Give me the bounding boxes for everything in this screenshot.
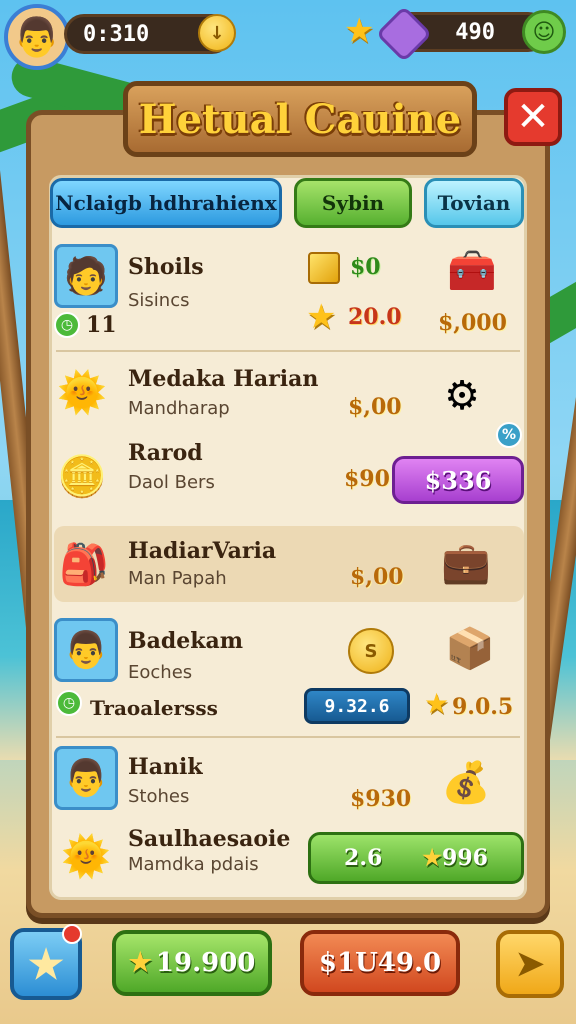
menu-button[interactable]: ☺ (522, 10, 566, 54)
item-subtitle: Sisincs (128, 290, 190, 311)
star-icon: ★ (422, 845, 443, 871)
item-subtitle: Daol Bers (128, 472, 215, 493)
item-name: Saulhaesaoie (128, 826, 291, 852)
item-extra-label: Traoalersss (90, 696, 218, 720)
star-icon: ★ (344, 11, 375, 51)
smile-icon: ☺ (532, 19, 556, 45)
item-name: Shoils (128, 254, 204, 280)
send-button[interactable]: ➤ (496, 930, 564, 998)
buy-button[interactable]: $336 (392, 456, 524, 504)
coin-stack-icon: 🪙 (57, 453, 107, 500)
item-price: $,00 (350, 564, 404, 590)
tab-tovian[interactable]: Tovian (424, 178, 524, 228)
avatar: 👨 (54, 618, 118, 682)
item-subtitle: Man Papah (128, 568, 227, 589)
star-icon: ★ (306, 297, 337, 337)
sun-face-icon: 🌞 (61, 833, 111, 880)
notification-dot (62, 924, 82, 944)
item-name: HadiarVaria (128, 538, 277, 564)
item-price: $,000 (438, 310, 507, 336)
item-name: Hanik (128, 754, 203, 780)
money-box-icon: 📦 (445, 625, 495, 672)
bonus-badge-icon: % (496, 422, 522, 448)
purchase-button[interactable]: 2.6 ★996 (308, 832, 524, 884)
star-icon: ★ (128, 948, 152, 978)
item-subtitle: Eoches (128, 662, 193, 683)
timer-text: 0:310 (83, 21, 150, 47)
avatar: 👨 (54, 746, 118, 810)
avatar-icon: 👨 (13, 14, 61, 59)
close-icon: ✕ (516, 94, 550, 140)
divider (56, 736, 520, 738)
clock-badge-icon: ◷ (54, 312, 80, 338)
cash-button[interactable]: $1U49.0 (300, 930, 460, 996)
price-button[interactable]: 9.32.6 (304, 688, 410, 724)
tab-main[interactable]: Nclaigb hdhrahienx (50, 178, 282, 228)
item-price: $,00 (348, 394, 402, 420)
item-price: 9.0.5 (452, 694, 514, 720)
download-coin-icon[interactable]: ↓ (198, 14, 236, 52)
gear-icon: ⚙ (444, 373, 480, 419)
close-button[interactable]: ✕ (504, 88, 562, 146)
item-name: 11 (86, 312, 117, 338)
item-price: $0 (350, 254, 381, 280)
treasure-chest-icon: 🧰 (447, 247, 497, 294)
item-name: Medaka Harian (128, 366, 319, 392)
item-subtitle: Mamdka pdais (128, 854, 259, 875)
item-subtitle: Stohes (128, 786, 190, 807)
divider (56, 350, 520, 352)
item-name: Badekam (128, 628, 244, 654)
star-icon: ★ (28, 940, 64, 988)
item-price: $930 (350, 786, 412, 812)
star-icon: ★ (424, 687, 450, 720)
page-title: Hetual Cauine (138, 95, 462, 143)
item-price: 20.0 (348, 304, 402, 330)
purple-case-icon: 💼 (441, 539, 491, 586)
gold-coin-roll-icon: 💰 (441, 759, 491, 806)
title-banner: Hetual Cauine (123, 81, 477, 157)
tab-sybin[interactable]: Sybin (294, 178, 412, 228)
sun-chest-icon: 🌞 (57, 369, 107, 416)
avatar: 🧑 (54, 244, 118, 308)
currency-value: 490 (455, 19, 495, 45)
item-subtitle: Mandharap (128, 398, 230, 419)
player-avatar[interactable]: 👨 (4, 4, 70, 70)
send-icon: ➤ (515, 944, 545, 984)
star-currency-button[interactable]: ★ 19.900 (112, 930, 272, 996)
backpack-icon: 🎒 (59, 541, 109, 588)
item-name: Rarod (128, 440, 203, 466)
item-price: $90 (344, 466, 390, 492)
coin-icon: S (348, 628, 394, 674)
clock-badge-icon: ◷ (56, 690, 82, 716)
gold-cube-icon (308, 252, 340, 284)
